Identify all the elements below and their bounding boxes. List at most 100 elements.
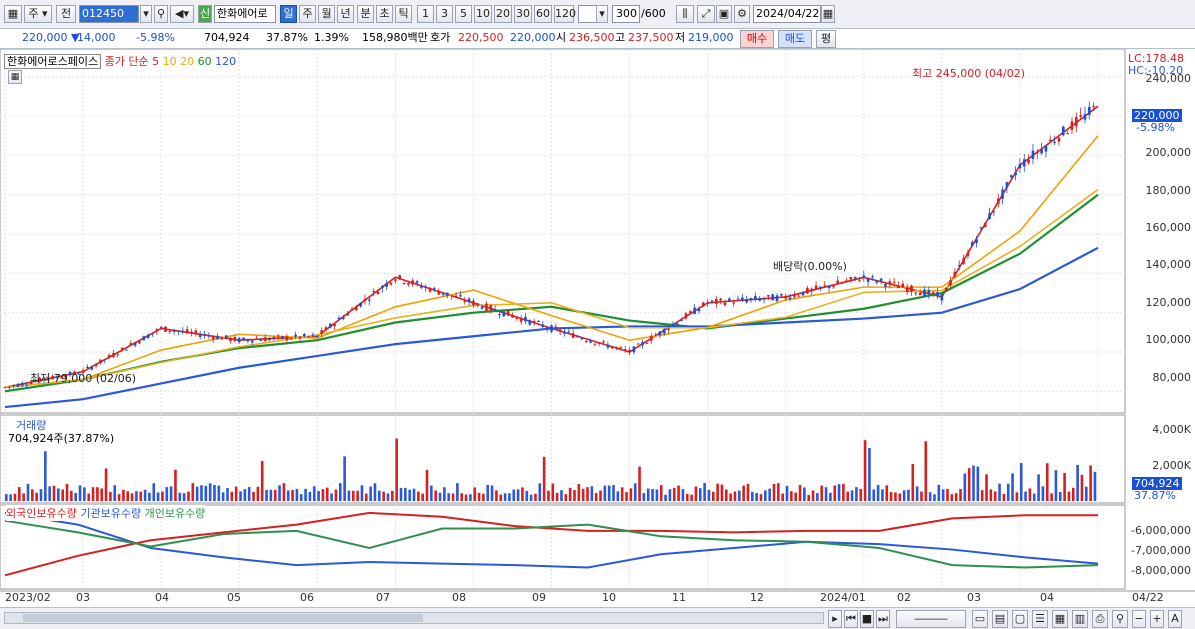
candle-body <box>545 327 549 329</box>
candle-body <box>593 343 597 345</box>
zoom-slider[interactable]: ――― <box>896 610 966 628</box>
interval-30[interactable]: 30 <box>514 5 532 23</box>
chart-menu-icon[interactable]: ▦ <box>4 5 22 23</box>
candle-body <box>255 339 258 341</box>
volume-bar <box>555 493 559 501</box>
interval-5[interactable]: 5 <box>455 5 472 23</box>
volume-bar <box>48 486 51 501</box>
volume-bar <box>959 489 962 501</box>
grid-icon[interactable]: ▦ <box>1052 610 1068 628</box>
quote-volume: 704,924 <box>204 31 250 44</box>
candle-body <box>324 327 328 331</box>
print-icon[interactable]: ⎙ <box>1092 610 1108 628</box>
stock-title[interactable]: 한화에어로스페이스 <box>4 54 102 69</box>
candle-body <box>840 282 844 284</box>
interval-20[interactable]: 20 <box>494 5 512 23</box>
candle-body <box>693 307 696 315</box>
price-chart[interactable] <box>0 49 1195 629</box>
candle-body <box>723 302 727 306</box>
code-input[interactable]: 012450 <box>79 5 139 23</box>
ytick: 80,000 <box>1152 371 1192 384</box>
tab-second[interactable]: 초 <box>376 5 393 23</box>
font-size-icon[interactable]: A <box>1168 610 1182 628</box>
stop-icon[interactable]: ■ <box>860 610 874 628</box>
gear-icon[interactable]: ⚙ <box>734 5 750 23</box>
tab-minute[interactable]: 분 <box>357 5 374 23</box>
window-icon[interactable]: ▢ <box>1012 610 1028 628</box>
candle-body <box>1079 115 1082 117</box>
sell-button[interactable]: 매도 <box>778 30 812 48</box>
volume-bar <box>803 487 806 501</box>
candle-body <box>493 308 497 311</box>
candle-body <box>992 211 996 213</box>
date-input[interactable]: 2024/04/22 <box>753 5 821 23</box>
rewind-icon[interactable]: ⏮ <box>844 610 858 628</box>
volume-bar <box>473 487 477 501</box>
volume-bar <box>70 490 73 501</box>
scrollbar-thumb[interactable] <box>23 614 423 622</box>
volume-bar <box>529 494 533 501</box>
candle-body <box>879 278 883 281</box>
save-icon[interactable]: ▣ <box>716 5 732 23</box>
zoom-out-icon[interactable]: − <box>1132 610 1146 628</box>
list-icon[interactable]: ☰ <box>1032 610 1048 628</box>
interval-dropdown-icon[interactable]: ▾ <box>596 5 608 23</box>
quote-high: 237,500 <box>628 31 674 44</box>
draw-tool-icon[interactable]: ⤢ <box>697 5 715 23</box>
candle-type-icon[interactable]: ⫼ <box>676 5 694 23</box>
candle-body <box>502 311 506 317</box>
volume-bar <box>87 493 91 501</box>
volume-bar <box>74 492 77 501</box>
volume-bar <box>18 487 21 501</box>
candle-body <box>688 311 692 313</box>
volume-bar <box>720 484 724 501</box>
volume-bar <box>672 487 676 501</box>
eval-button[interactable]: 평 <box>816 30 836 48</box>
interval-1[interactable]: 1 <box>417 5 434 23</box>
volume-bar <box>135 491 138 501</box>
calendar-icon[interactable]: ▦ <box>821 5 835 23</box>
interval-3[interactable]: 3 <box>436 5 453 23</box>
search-icon[interactable]: ⚲ <box>154 5 168 23</box>
tab-tick[interactable]: 틱 <box>395 5 412 23</box>
candle-body <box>112 353 115 358</box>
candle-body <box>12 385 15 387</box>
scroll-right-icon[interactable]: ▸ <box>828 610 842 628</box>
candle-body <box>168 331 172 333</box>
code-dropdown-icon[interactable]: ▾ <box>140 5 152 23</box>
volume-bar <box>286 490 290 501</box>
volume-bar <box>334 489 338 501</box>
volume-last-pct: 37.87% <box>1134 489 1176 502</box>
candle-body <box>1044 145 1048 152</box>
split-icon[interactable]: ▤ <box>992 610 1008 628</box>
candle-body <box>211 337 215 340</box>
tab-year[interactable]: 년 <box>337 5 354 23</box>
interval-120[interactable]: 120 <box>554 5 576 23</box>
candle-body <box>953 271 957 277</box>
candle-body <box>524 316 527 322</box>
interval-60[interactable]: 60 <box>534 5 552 23</box>
candle-body <box>190 331 193 334</box>
volume-bar <box>165 487 169 501</box>
candle-body <box>923 289 926 297</box>
forward-icon[interactable]: ⏭ <box>876 610 890 628</box>
candle-body <box>86 366 89 368</box>
layout-icon[interactable]: ▭ <box>972 610 988 628</box>
interval-10[interactable]: 10 <box>474 5 492 23</box>
tab-day[interactable]: 일 <box>280 5 297 23</box>
speaker-icon[interactable]: ◀▾ <box>170 5 194 23</box>
grid-toggle-icon[interactable]: ▦ <box>8 70 22 84</box>
tab-month[interactable]: 월 <box>318 5 335 23</box>
scrollbar[interactable] <box>4 612 824 624</box>
candle-body <box>1035 151 1039 154</box>
stock-name-field[interactable]: 한화에어로 <box>214 5 276 23</box>
market-select[interactable]: 주 ▾ <box>24 5 52 23</box>
search-icon[interactable]: ⚲ <box>1112 610 1128 628</box>
zoom-in-icon[interactable]: + <box>1150 610 1164 628</box>
tab-week[interactable]: 주 <box>299 5 316 23</box>
prev-button[interactable]: 전 <box>56 5 76 23</box>
table-icon[interactable]: ▥ <box>1072 610 1088 628</box>
buy-button[interactable]: 매수 <box>740 30 774 48</box>
xtick-end: 04/22 <box>1132 591 1164 604</box>
count-input[interactable]: 300 <box>612 5 640 23</box>
